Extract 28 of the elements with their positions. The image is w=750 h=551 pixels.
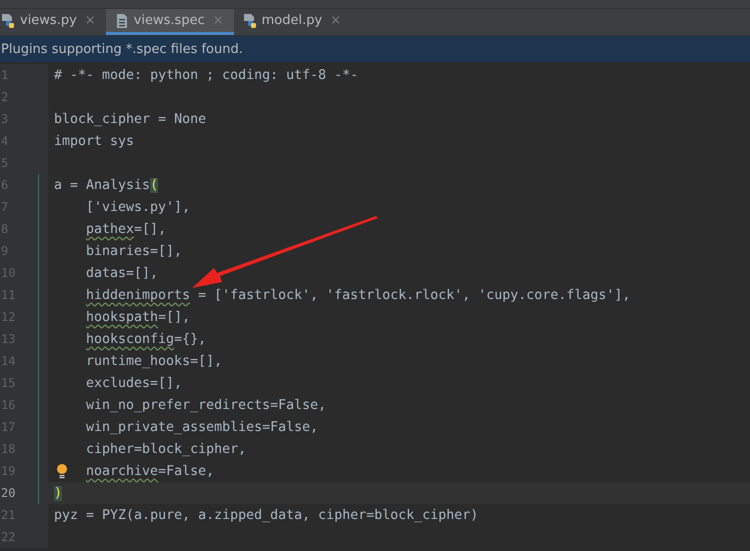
python-file-icon xyxy=(242,12,258,28)
editor-tab[interactable]: model.py × xyxy=(234,9,352,35)
code-line: binaries=[], xyxy=(86,244,182,258)
code-line: win_no_prefer_redirects=False, xyxy=(86,398,326,412)
code-line: win_private_assemblies=False, xyxy=(86,420,318,434)
code-line: runtime_hooks=[], xyxy=(86,354,222,368)
notification-text: Plugins supporting *.spec files found. xyxy=(1,42,243,56)
code-line: block_cipher = None xyxy=(54,112,206,126)
python-file-icon xyxy=(0,12,16,28)
code-line: hooksconfig={}, xyxy=(86,332,206,346)
code-line: a = Analysis( xyxy=(54,178,158,192)
code-line: pathex=[], xyxy=(86,222,166,236)
code-line: ['views.py'], xyxy=(86,200,190,214)
close-icon[interactable]: × xyxy=(84,13,96,28)
code-line: cipher=block_cipher, xyxy=(86,442,246,456)
code-line: pyz = PYZ(a.pure, a.zipped_data, cipher=block_cipher) xyxy=(54,508,478,522)
code-line: # -*- mode: python ; coding: utf-8 -*- xyxy=(54,68,358,82)
code-line: hiddenimports = ['fastrlock', 'fastrlock.rlock', 'cupy.core.flags'], xyxy=(86,288,630,302)
lightbulb-icon[interactable] xyxy=(56,463,68,479)
code-line: excludes=[], xyxy=(86,376,182,390)
editor-tab[interactable]: views.spec × xyxy=(106,9,234,35)
code-line: hookspath=[], xyxy=(86,310,190,324)
close-icon[interactable]: × xyxy=(330,13,342,28)
code-line: datas=[], xyxy=(86,266,158,280)
code-line: noarchive=False, xyxy=(86,464,214,478)
code-line: import sys xyxy=(54,134,134,148)
line-number: 20 xyxy=(0,486,16,500)
editor-tab[interactable]: views.py × xyxy=(0,9,106,35)
